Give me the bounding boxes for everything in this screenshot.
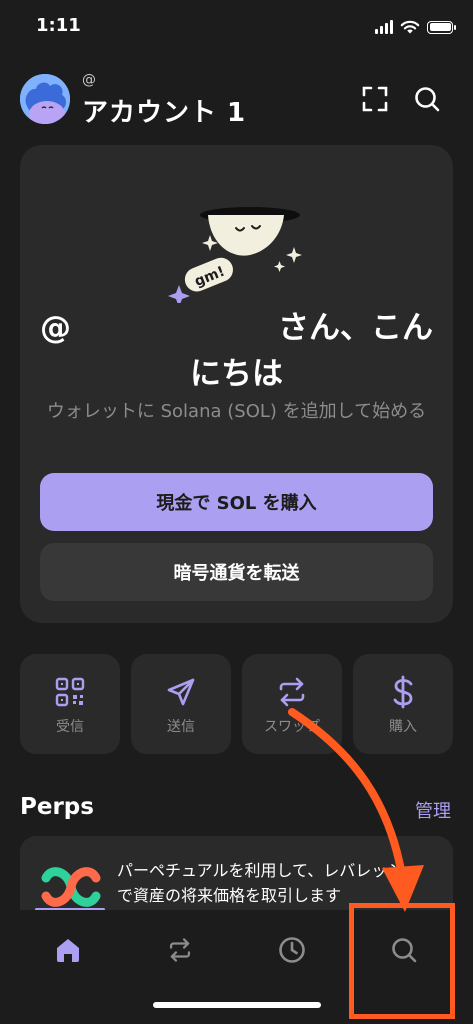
buy-label: 購入 (389, 719, 417, 735)
swap-button[interactable]: スワップ (242, 654, 342, 754)
account-name[interactable]: アカウント 1 (82, 92, 246, 129)
battery-icon (427, 20, 456, 34)
greeting-heading: @ さん、こん にちは (40, 305, 433, 397)
quick-actions: 受信 送信 スワップ 購入 (20, 654, 453, 754)
annotation-highlight-box (349, 903, 455, 1019)
scan-icon (362, 86, 388, 112)
receive-button[interactable]: 受信 (20, 654, 120, 754)
qr-code-icon (55, 677, 85, 707)
avatar[interactable] (20, 74, 70, 124)
perps-description: パーペチュアルを利用して、レバレッジで資産の将来価格を取引します (117, 861, 404, 905)
tab-swap[interactable] (160, 930, 200, 970)
search-icon (415, 87, 440, 112)
transfer-crypto-button[interactable]: 暗号通貨を転送 (40, 543, 433, 601)
send-label: 送信 (167, 719, 195, 735)
swap-icon (279, 677, 305, 707)
perps-manage-link[interactable]: 管理 (415, 797, 451, 823)
tab-home[interactable] (48, 930, 88, 970)
home-icon (57, 939, 79, 962)
greeting-suffix: さん、こん (278, 310, 433, 346)
receive-label: 受信 (56, 719, 84, 735)
scan-button[interactable] (358, 82, 392, 116)
welcome-subtitle: ウォレットに Solana (SOL) を追加して始める (46, 401, 427, 422)
dollar-icon (393, 675, 413, 709)
status-time: 1:11 (36, 15, 81, 36)
send-icon (167, 678, 195, 706)
tab-history[interactable] (272, 930, 312, 970)
welcome-card: gm! @ さん、こん にちは ウォレットに Solana (SOL) を追加し… (20, 145, 453, 623)
buy-button[interactable]: 購入 (353, 654, 453, 754)
perps-heading: Perps (20, 794, 94, 820)
account-handle: @ (82, 72, 96, 88)
status-icons (375, 20, 456, 34)
status-bar: 1:11 (0, 0, 473, 50)
greeting-line2: にちは (190, 356, 283, 392)
home-indicator (153, 1002, 321, 1008)
history-icon (279, 937, 305, 963)
swap-label: スワップ (264, 719, 320, 735)
account-header: @ アカウント 1 (20, 72, 453, 128)
search-button[interactable] (410, 82, 444, 116)
cellular-signal-icon (375, 20, 393, 34)
perps-logo-icon (41, 867, 101, 907)
gm-ghost-illustration: gm! (168, 207, 302, 303)
buy-sol-button[interactable]: 現金で SOL を購入 (40, 473, 433, 531)
swap-icon (169, 938, 191, 962)
wifi-icon (400, 20, 420, 34)
greeting-prefix: @ (40, 310, 71, 346)
send-button[interactable]: 送信 (131, 654, 231, 754)
